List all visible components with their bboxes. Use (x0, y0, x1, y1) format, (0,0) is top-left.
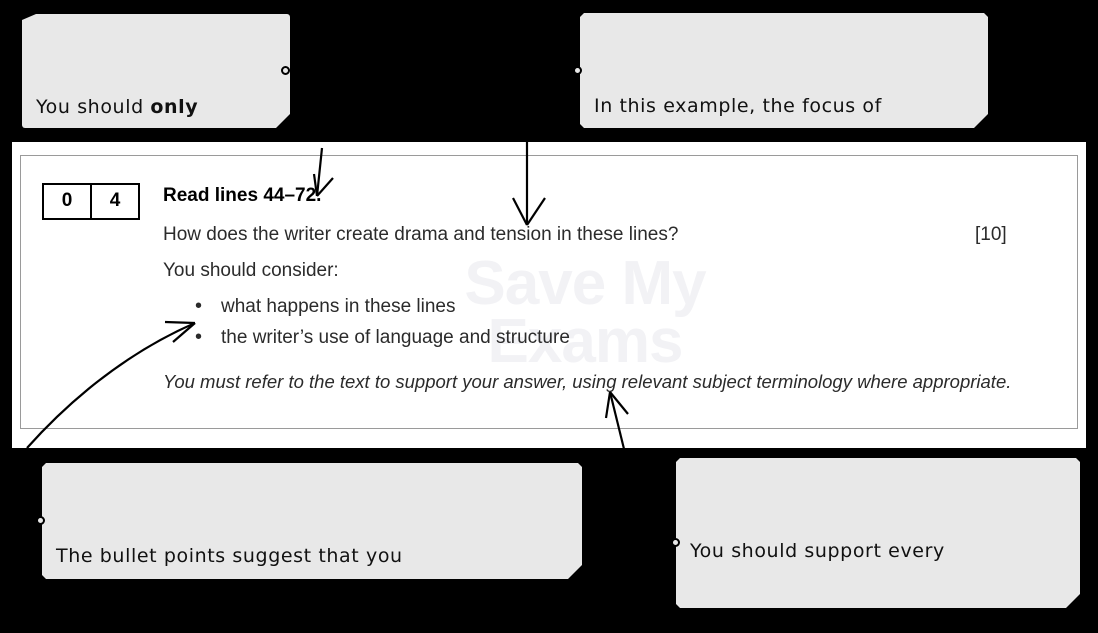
bullet-icon: • (195, 326, 203, 348)
bullet-icon: • (195, 295, 203, 317)
bullet-text: what happens in these lines (221, 296, 456, 317)
bullet-text: the writer’s use of language and structu… (221, 327, 570, 348)
callout-connector-dot-top-right (573, 66, 582, 75)
callout-connector-dot-bottom-left (36, 516, 45, 525)
callout-line: You should support every (690, 540, 945, 562)
question-heading: Read lines 44–72. (163, 185, 322, 206)
annotated-exam-question-figure: Save My Exams 0 4 Read lines 44–72. How … (0, 0, 1098, 633)
list-item: • the writer’s use of language and struc… (195, 327, 895, 358)
callout-line: You should only (36, 90, 276, 124)
question-number-digit-2: 4 (109, 190, 121, 211)
callout-line: The bullet points suggest that you (56, 545, 403, 567)
question-number-box: 0 4 (42, 183, 140, 220)
question-instruction: You must refer to the text to support yo… (163, 371, 1012, 392)
callout-line-text: You should (36, 96, 151, 118)
question-marks: [10] (975, 224, 1007, 245)
annotation-callout-bottom-right: You should support every point you make … (676, 458, 1080, 608)
annotation-callout-top-right: In this example, the focus of the questi… (580, 13, 988, 128)
question-bullet-list: • what happens in these lines • the writ… (195, 296, 895, 358)
list-item: • what happens in these lines (195, 296, 895, 327)
annotation-callout-top-left: You should only take your evidence from … (22, 14, 290, 128)
question-prompt: How does the writer create drama and ten… (163, 224, 679, 245)
callout-connector-dot-top-left (281, 66, 290, 75)
annotation-callout-bottom-left: The bullet points suggest that you shoul… (42, 463, 582, 579)
question-number-digit-1: 0 (44, 185, 92, 218)
question-consider-label: You should consider: (163, 260, 339, 281)
callout-connector-dot-bottom-right (671, 538, 680, 547)
callout-line: In this example, the focus of (594, 95, 882, 117)
callout-emphasis: only (150, 96, 199, 118)
